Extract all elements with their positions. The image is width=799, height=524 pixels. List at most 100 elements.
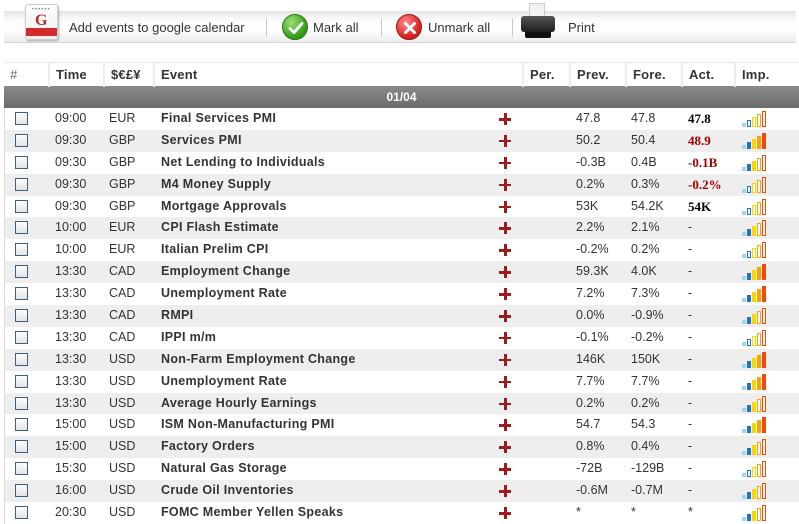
importance-bar (762, 505, 766, 522)
event-name[interactable]: IPPI m/m (161, 327, 216, 349)
event-name[interactable]: Net Lending to Individuals (161, 152, 325, 174)
plus-icon[interactable] (499, 156, 511, 169)
plus-icon[interactable] (499, 419, 511, 432)
event-name[interactable]: Unemployment Rate (161, 371, 287, 393)
event-name[interactable]: ISM Non-Manufacturing PMI (161, 414, 334, 436)
event-name[interactable]: Employment Change (161, 261, 290, 283)
column-header-event[interactable]: Event (153, 63, 522, 87)
importance-bar (747, 251, 751, 259)
event-name[interactable]: Mortgage Approvals (161, 196, 287, 218)
event-name[interactable]: Italian Prelim CPI (161, 239, 269, 261)
event-forecast: 50.4 (631, 132, 656, 147)
row-checkbox[interactable] (15, 133, 28, 147)
economic-calendar-table: # Time $€£¥ Event Per. Prev. Fore. Act. … (4, 62, 799, 524)
column-header-currency[interactable]: $€£¥ (103, 63, 153, 87)
importance-bar (747, 382, 751, 390)
plus-icon[interactable] (499, 507, 511, 520)
column-header-time[interactable]: Time (48, 63, 103, 87)
row-checkbox[interactable] (15, 506, 28, 520)
plus-icon[interactable] (499, 288, 511, 301)
event-name[interactable]: Non-Farm Employment Change (161, 349, 356, 371)
event-name[interactable]: Final Services PMI (161, 108, 276, 130)
importance-bar (752, 379, 756, 390)
importance-bar (742, 451, 746, 456)
event-name[interactable]: Average Hourly Earnings (161, 393, 317, 415)
importance-bar (747, 141, 751, 149)
row-checkbox[interactable] (15, 199, 28, 213)
row-checkbox[interactable] (15, 221, 28, 235)
event-time: 15:30 (55, 461, 87, 476)
importance-bar (747, 492, 751, 500)
event-actual: - (688, 483, 693, 498)
plus-icon[interactable] (499, 178, 511, 191)
plus-icon[interactable] (499, 134, 511, 147)
event-name[interactable]: FOMC Member Yellen Speaks (161, 502, 343, 524)
row-checkbox[interactable] (15, 462, 28, 476)
importance-bar (752, 138, 756, 149)
plus-icon[interactable] (499, 441, 511, 454)
row-checkbox[interactable] (15, 352, 28, 366)
plus-icon[interactable] (499, 200, 511, 213)
column-header-actual: Act. (681, 63, 734, 87)
event-forecast: 4.0K (631, 264, 657, 279)
event-time: 09:00 (55, 111, 87, 125)
print-button[interactable]: Print (519, 3, 609, 43)
event-forecast: 2.1% (631, 220, 660, 235)
importance-bar (752, 160, 756, 171)
row-checkbox[interactable] (15, 112, 28, 125)
event-name[interactable]: M4 Money Supply (161, 174, 271, 196)
event-name[interactable]: Natural Gas Storage (161, 458, 287, 480)
plus-icon[interactable] (499, 331, 511, 344)
plus-icon[interactable] (499, 266, 511, 279)
importance-bar (762, 220, 766, 237)
mark-all-button[interactable]: Mark all (274, 11, 374, 43)
row-checkbox[interactable] (15, 440, 28, 454)
event-forecast: 0.2% (631, 395, 660, 410)
event-name[interactable]: RMPI (161, 305, 193, 327)
row-checkbox[interactable] (15, 243, 28, 257)
row-checkbox[interactable] (15, 287, 28, 301)
table-body: 09:00 EUR Final Services PMI 47.8 47.8 47.8 09… (4, 108, 799, 524)
toolbar-divider (512, 18, 513, 37)
event-previous: * (576, 505, 581, 520)
row-checkbox[interactable] (15, 330, 28, 344)
event-name[interactable]: Crude Oil Inventories (161, 480, 294, 502)
plus-icon[interactable] (499, 353, 511, 366)
table-row: 13:30 CAD Unemployment Rate 7.2% 7.3% - (4, 283, 799, 305)
event-previous: -0.3B (576, 154, 606, 169)
plus-icon[interactable] (499, 222, 511, 235)
importance-bar (752, 489, 756, 500)
add-to-google-calendar-button[interactable]: •••••• G Add events to google calendar (4, 4, 254, 43)
plus-icon[interactable] (499, 375, 511, 388)
unmark-all-button[interactable]: Unmark all (388, 11, 503, 43)
event-actual: - (688, 351, 693, 366)
event-currency: CAD (109, 308, 136, 323)
event-time: 10:00 (55, 242, 87, 257)
event-actual: -0.2% (688, 176, 722, 192)
event-currency: EUR (109, 242, 136, 257)
table-row: 16:00 USD Crude Oil Inventories -0.6M -0.7M - (4, 480, 799, 503)
row-checkbox[interactable] (15, 177, 28, 191)
event-name[interactable]: Factory Orders (161, 436, 255, 458)
row-checkbox[interactable] (15, 265, 28, 279)
event-previous: 7.7% (576, 373, 605, 388)
plus-icon[interactable] (499, 485, 511, 498)
importance-bar (742, 495, 746, 500)
plus-icon[interactable] (499, 463, 511, 476)
row-checkbox[interactable] (15, 155, 28, 169)
event-time: 13:30 (55, 286, 87, 301)
row-checkbox[interactable] (15, 418, 28, 432)
event-name[interactable]: CPI Flash Estimate (161, 217, 279, 239)
plus-icon[interactable] (499, 113, 511, 125)
plus-icon[interactable] (499, 244, 511, 257)
row-checkbox[interactable] (15, 484, 28, 498)
event-name[interactable]: Services PMI (161, 130, 242, 152)
google-calendar-icon: •••••• G (23, 4, 63, 42)
importance-bar (762, 176, 766, 193)
row-checkbox[interactable] (15, 374, 28, 388)
row-checkbox[interactable] (15, 396, 28, 410)
plus-icon[interactable] (499, 310, 511, 323)
plus-icon[interactable] (499, 397, 511, 410)
row-checkbox[interactable] (15, 309, 28, 323)
event-name[interactable]: Unemployment Rate (161, 283, 287, 305)
